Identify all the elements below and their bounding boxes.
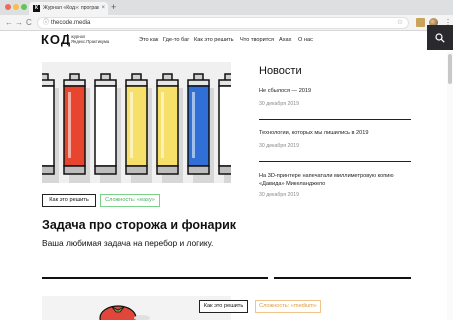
section-divider (274, 277, 411, 279)
how-to-solve-button[interactable]: Как это решить (199, 300, 248, 313)
url-text: thecode.media (51, 20, 91, 26)
article-description: Ваша любимая задача на перебор и логику. (42, 238, 214, 248)
news-item-title[interactable]: Технологии, которых мы лишились в 2019 (259, 129, 411, 137)
battery (63, 73, 90, 183)
battery (42, 73, 59, 183)
tab-close-icon[interactable]: × (101, 4, 105, 13)
news-item-title[interactable]: На 3D-принтере напечатали миллиметровую … (259, 172, 411, 188)
difficulty-badge[interactable]: Сложность: «medium» (255, 300, 321, 313)
maximize-window-button[interactable] (21, 4, 27, 10)
search-icon (435, 33, 445, 43)
news-item-date: 30 декабря 2019 (259, 143, 299, 149)
news-item-title[interactable]: Не сбылося — 2019 (259, 87, 411, 95)
nav-item-gde-to-bag[interactable]: Где-то баг (163, 36, 189, 44)
logo-subtitle: журнал Яндекс.Практикума (71, 34, 110, 44)
how-to-solve-button[interactable]: Как это решить (42, 194, 96, 207)
address-bar-row: ← → C ⓘ thecode.media ☆ ⋮ (0, 15, 453, 31)
favicon-icon: К (33, 5, 40, 12)
batteries-illustration (42, 62, 231, 183)
news-divider (259, 119, 411, 120)
back-icon[interactable]: ← (5, 18, 13, 28)
search-button[interactable] (427, 25, 453, 50)
battery (218, 73, 231, 183)
battery (125, 73, 152, 183)
close-window-button[interactable] (5, 4, 11, 10)
minimize-window-button[interactable] (13, 4, 19, 10)
battery (156, 73, 183, 183)
nav-item-o-nas[interactable]: О нас (298, 36, 313, 44)
browser-tab-bar: К Журнал «Код»: программи... × + (0, 0, 453, 15)
news-heading: Новости (259, 65, 302, 77)
battery (187, 73, 214, 183)
reload-icon[interactable]: C (26, 18, 32, 28)
article-illustration[interactable] (42, 62, 231, 183)
browser-tab[interactable]: К Журнал «Код»: программи... × (29, 2, 108, 15)
nav-item-akhakh[interactable]: Ахах (279, 36, 291, 44)
nav-item-chto-tvoritsya[interactable]: Что творится (240, 36, 274, 44)
article-title[interactable]: Задача про сторожа и фонарик (42, 218, 236, 233)
news-item-date: 30 декабря 2019 (259, 101, 299, 107)
news-divider (259, 161, 411, 162)
tab-title: Журнал «Код»: программи... (43, 5, 99, 11)
scrollbar-thumb[interactable] (448, 54, 452, 84)
logo-divider (67, 34, 68, 45)
new-tab-button[interactable]: + (111, 2, 116, 13)
info-icon[interactable]: ⓘ (43, 19, 49, 28)
nav-item-kak-eto-reshit[interactable]: Как это решить (194, 36, 234, 44)
nav-item-eto-kak[interactable]: Это как (139, 36, 158, 44)
news-item-date: 30 декабря 2019 (259, 192, 299, 198)
scrollbar-track[interactable] (447, 52, 453, 320)
battery (94, 73, 121, 183)
url-input[interactable]: ⓘ thecode.media ☆ (37, 17, 409, 29)
forward-icon[interactable]: → (15, 18, 23, 28)
difficulty-badge[interactable]: Сложность: «easy» (100, 194, 160, 207)
star-icon[interactable]: ☆ (397, 18, 403, 28)
section-divider (42, 277, 268, 279)
extension-icon[interactable] (416, 18, 425, 27)
